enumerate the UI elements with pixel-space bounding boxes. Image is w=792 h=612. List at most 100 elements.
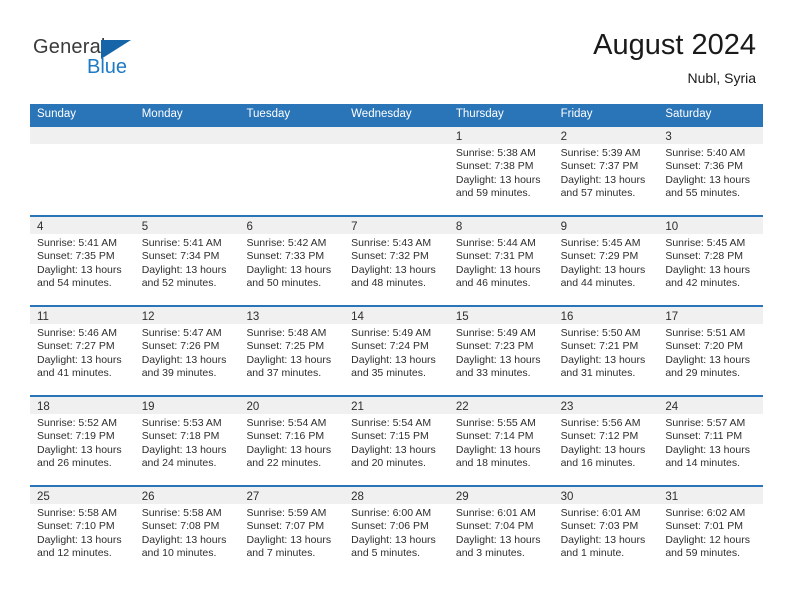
sunset-text: Sunset: 7:33 PM: [246, 250, 325, 263]
day-cell[interactable]: [30, 127, 135, 215]
day-number-strip: 24: [658, 397, 764, 414]
day-cell[interactable]: [134, 127, 240, 215]
sunrise-text: Sunrise: 5:39 AM: [560, 147, 641, 159]
day-cell[interactable]: 4 Sunrise: 5:41 AM Sunset: 7:35 PM Dayli…: [30, 217, 135, 305]
day-details: Sunrise: 5:47 AM Sunset: 7:26 PM Dayligh…: [135, 324, 240, 381]
day-details: Sunrise: 5:54 AM Sunset: 7:16 PM Dayligh…: [239, 414, 344, 471]
day-cell[interactable]: 24 Sunrise: 5:57 AM Sunset: 7:11 PM Dayl…: [658, 397, 764, 485]
weekday-header-sunday: Sunday: [37, 108, 77, 120]
sunrise-text: Sunrise: 5:45 AM: [665, 237, 746, 249]
day-cell[interactable]: 17 Sunrise: 5:51 AM Sunset: 7:20 PM Dayl…: [658, 307, 764, 395]
day-details: Sunrise: 5:49 AM Sunset: 7:23 PM Dayligh…: [449, 324, 554, 381]
daylight-text-line2: and 59 minutes.: [455, 187, 531, 200]
sunrise-text: Sunrise: 5:49 AM: [351, 327, 432, 339]
daylight-text-line2: and 48 minutes.: [351, 277, 426, 290]
day-number: 2: [560, 131, 567, 143]
day-cell[interactable]: 18 Sunrise: 5:52 AM Sunset: 7:19 PM Dayl…: [30, 397, 135, 485]
daylight-text-line2: and 7 minutes.: [246, 547, 316, 560]
day-number: 14: [351, 311, 364, 323]
sunrise-text: Sunrise: 5:50 AM: [560, 327, 641, 339]
day-cell[interactable]: 20 Sunrise: 5:54 AM Sunset: 7:16 PM Dayl…: [239, 397, 345, 485]
daylight-text-line1: Daylight: 13 hours: [455, 533, 541, 546]
day-cell[interactable]: 8 Sunrise: 5:44 AM Sunset: 7:31 PM Dayli…: [448, 217, 554, 305]
title-block: August 2024 Nubl, Syria: [593, 28, 756, 86]
calendar-table: Sunday Monday Tuesday Wednesday Thursday…: [30, 104, 764, 575]
day-cell[interactable]: 1 Sunrise: 5:38 AM Sunset: 7:38 PM Dayli…: [448, 127, 554, 215]
day-cell[interactable]: 14 Sunrise: 5:49 AM Sunset: 7:24 PM Dayl…: [344, 307, 449, 395]
daylight-text-line2: and 5 minutes.: [351, 547, 421, 560]
calendar-page: General Blue August 2024 Nubl, Syria Sun…: [0, 0, 792, 612]
day-number: 13: [246, 311, 260, 323]
sunrise-text: Sunrise: 5:41 AM: [37, 237, 117, 249]
day-cell[interactable]: 30 Sunrise: 6:01 AM Sunset: 7:03 PM Dayl…: [553, 487, 659, 575]
day-cell[interactable]: 7 Sunrise: 5:43 AM Sunset: 7:32 PM Dayli…: [344, 217, 449, 305]
day-cell[interactable]: 16 Sunrise: 5:50 AM Sunset: 7:21 PM Dayl…: [553, 307, 659, 395]
sunset-text: Sunset: 7:34 PM: [141, 250, 220, 263]
day-cell[interactable]: 11 Sunrise: 5:46 AM Sunset: 7:27 PM Dayl…: [30, 307, 135, 395]
daylight-text-line2: and 54 minutes.: [37, 277, 112, 290]
sunset-text: Sunset: 7:27 PM: [37, 340, 115, 353]
day-cell[interactable]: 10 Sunrise: 5:45 AM Sunset: 7:28 PM Dayl…: [658, 217, 764, 305]
daylight-text-line2: and 55 minutes.: [665, 187, 741, 200]
sunrise-text: Sunrise: 5:54 AM: [351, 417, 432, 429]
day-details: Sunrise: 6:00 AM Sunset: 7:06 PM Dayligh…: [344, 504, 449, 561]
day-cell[interactable]: 3 Sunrise: 5:40 AM Sunset: 7:36 PM Dayli…: [658, 127, 764, 215]
day-cell[interactable]: 12 Sunrise: 5:47 AM Sunset: 7:26 PM Dayl…: [134, 307, 240, 395]
day-cell[interactable]: 31 Sunrise: 6:02 AM Sunset: 7:01 PM Dayl…: [658, 487, 764, 575]
sunset-text: Sunset: 7:16 PM: [246, 430, 325, 443]
day-details: Sunrise: 5:57 AM Sunset: 7:11 PM Dayligh…: [658, 414, 763, 471]
sunset-text: Sunset: 7:04 PM: [455, 520, 534, 533]
day-number-strip: 10: [658, 217, 764, 234]
sunrise-text: Sunrise: 5:56 AM: [560, 417, 641, 429]
day-cell[interactable]: 26 Sunrise: 5:58 AM Sunset: 7:08 PM Dayl…: [134, 487, 240, 575]
sunrise-text: Sunrise: 6:01 AM: [455, 507, 536, 519]
day-number: 17: [665, 311, 679, 323]
general-blue-logo[interactable]: General Blue: [33, 36, 173, 86]
sunrise-text: Sunrise: 5:46 AM: [37, 327, 117, 339]
day-cell[interactable]: 19 Sunrise: 5:53 AM Sunset: 7:18 PM Dayl…: [134, 397, 240, 485]
day-number-strip: 11: [30, 307, 135, 324]
day-cell[interactable]: 22 Sunrise: 5:55 AM Sunset: 7:14 PM Dayl…: [448, 397, 554, 485]
daylight-text-line2: and 29 minutes.: [665, 367, 741, 380]
sunset-text: Sunset: 7:23 PM: [455, 340, 534, 353]
week-row: 4 Sunrise: 5:41 AM Sunset: 7:35 PM Dayli…: [30, 215, 764, 305]
daylight-text-line2: and 44 minutes.: [560, 277, 636, 290]
day-cell[interactable]: 5 Sunrise: 5:41 AM Sunset: 7:34 PM Dayli…: [134, 217, 240, 305]
day-cell[interactable]: 2 Sunrise: 5:39 AM Sunset: 7:37 PM Dayli…: [553, 127, 659, 215]
sunset-text: Sunset: 7:29 PM: [560, 250, 639, 263]
daylight-text-line2: and 26 minutes.: [37, 457, 112, 470]
day-number-strip: 13: [239, 307, 345, 324]
day-details: Sunrise: 5:44 AM Sunset: 7:31 PM Dayligh…: [449, 234, 554, 291]
sunset-text: Sunset: 7:31 PM: [455, 250, 534, 263]
day-cell[interactable]: [344, 127, 449, 215]
day-number-strip: 2: [553, 127, 659, 144]
day-number-strip: 19: [134, 397, 240, 414]
day-cell[interactable]: [239, 127, 345, 215]
day-cell[interactable]: 6 Sunrise: 5:42 AM Sunset: 7:33 PM Dayli…: [239, 217, 345, 305]
day-details: Sunrise: 6:01 AM Sunset: 7:04 PM Dayligh…: [449, 504, 554, 561]
daylight-text-line2: and 16 minutes.: [560, 457, 636, 470]
day-cell[interactable]: 25 Sunrise: 5:58 AM Sunset: 7:10 PM Dayl…: [30, 487, 135, 575]
day-cell[interactable]: 28 Sunrise: 6:00 AM Sunset: 7:06 PM Dayl…: [344, 487, 449, 575]
day-cell[interactable]: 23 Sunrise: 5:56 AM Sunset: 7:12 PM Dayl…: [553, 397, 659, 485]
day-cell[interactable]: 21 Sunrise: 5:54 AM Sunset: 7:15 PM Dayl…: [344, 397, 449, 485]
sunrise-text: Sunrise: 6:02 AM: [665, 507, 746, 519]
day-cell[interactable]: 29 Sunrise: 6:01 AM Sunset: 7:04 PM Dayl…: [448, 487, 554, 575]
day-cell[interactable]: 9 Sunrise: 5:45 AM Sunset: 7:29 PM Dayli…: [553, 217, 659, 305]
sunrise-text: Sunrise: 5:52 AM: [37, 417, 117, 429]
day-details: Sunrise: 5:59 AM Sunset: 7:07 PM Dayligh…: [239, 504, 344, 561]
day-number-strip: 1: [448, 127, 554, 144]
day-cell[interactable]: 27 Sunrise: 5:59 AM Sunset: 7:07 PM Dayl…: [239, 487, 345, 575]
day-details: Sunrise: 5:56 AM Sunset: 7:12 PM Dayligh…: [554, 414, 659, 471]
day-number: 9: [560, 221, 567, 233]
sunset-text: Sunset: 7:20 PM: [665, 340, 743, 353]
sunrise-text: Sunrise: 6:01 AM: [560, 507, 641, 519]
sunrise-text: Sunrise: 5:44 AM: [455, 237, 536, 249]
day-number: 1: [455, 131, 463, 143]
day-number-strip: 12: [134, 307, 240, 324]
day-cell[interactable]: 15 Sunrise: 5:49 AM Sunset: 7:23 PM Dayl…: [448, 307, 554, 395]
week-row: 25 Sunrise: 5:58 AM Sunset: 7:10 PM Dayl…: [30, 485, 764, 575]
day-cell[interactable]: 13 Sunrise: 5:48 AM Sunset: 7:25 PM Dayl…: [239, 307, 345, 395]
weekday-header-friday: Friday: [560, 108, 593, 120]
daylight-text-line1: Daylight: 13 hours: [455, 353, 541, 366]
